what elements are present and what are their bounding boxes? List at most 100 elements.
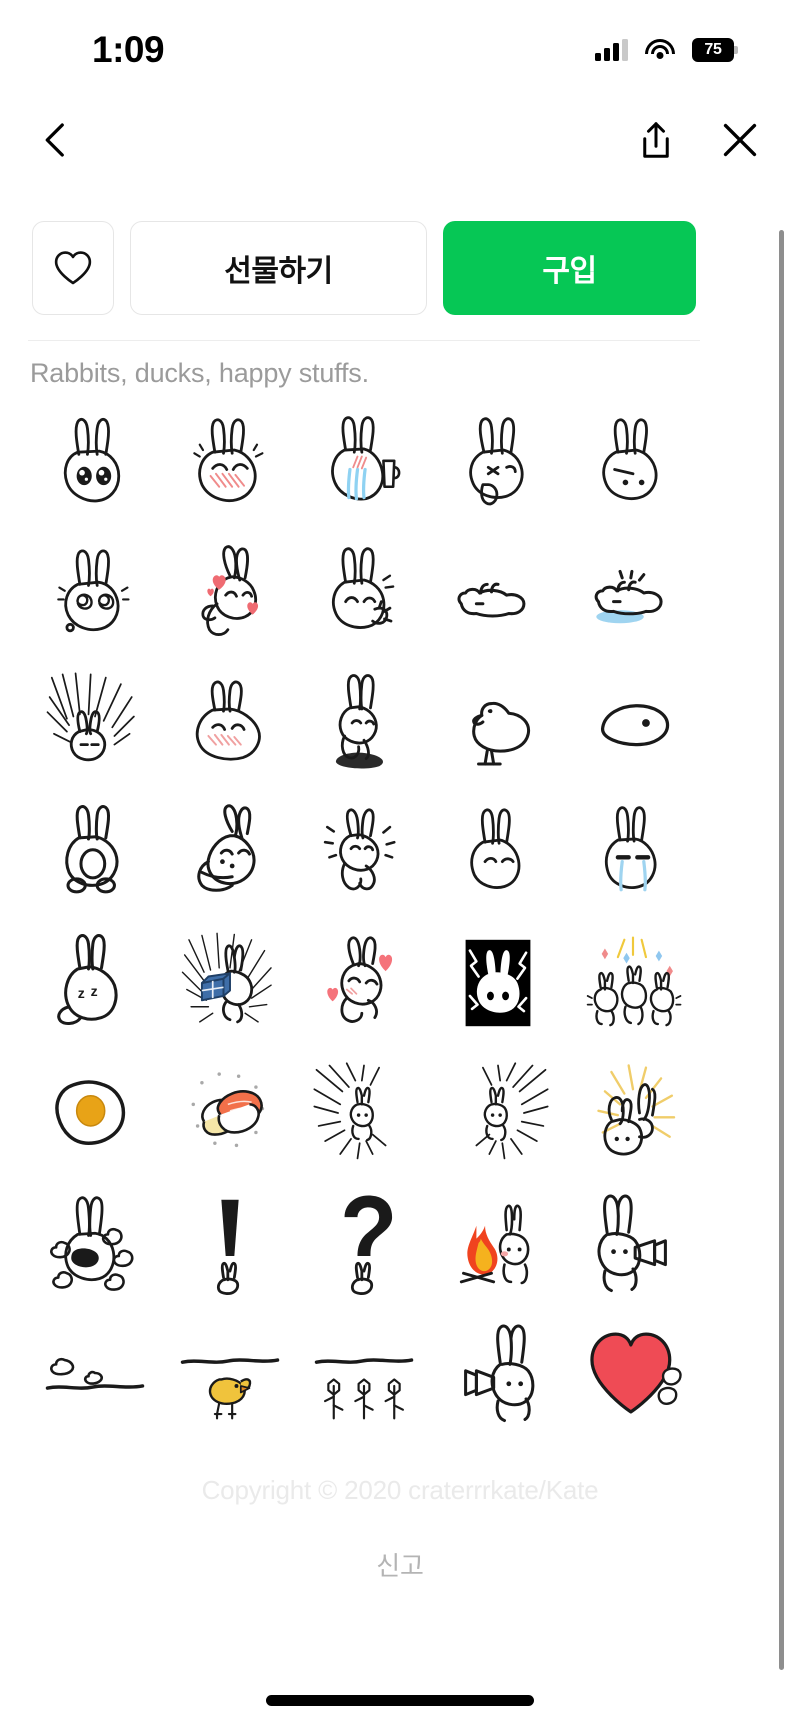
- sticker-detail-screen: 1:09 75 선물하기 구입 Rabbits, ducks, happy st…: [0, 0, 800, 1732]
- sticker-rabbit-by-campfire: [460, 1204, 530, 1285]
- copyright-text: Copyright © 2020 craterrrkate/Kate: [201, 1475, 599, 1505]
- sticker-cell[interactable]: [28, 1308, 162, 1438]
- wifi-icon: [645, 39, 675, 61]
- sticker-cell[interactable]: [297, 1308, 431, 1438]
- sticker-sushi-nigiri: [191, 1072, 264, 1148]
- sticker-cell[interactable]: [297, 1178, 431, 1308]
- sticker-question-mark-rabbit: [344, 1195, 393, 1295]
- sticker-rabbit-sleeping-zzz: zz: [57, 934, 118, 1025]
- sticker-cell[interactable]: [162, 1178, 296, 1308]
- gift-button[interactable]: 선물하기: [130, 221, 427, 315]
- sticker-cell[interactable]: [297, 1048, 431, 1178]
- sticker-cell[interactable]: [162, 788, 296, 918]
- sticker-horizon-with-clouds: [45, 1357, 145, 1390]
- sticker-rabbit-crying-tears: [604, 806, 657, 892]
- sticker-cell[interactable]: [297, 528, 431, 658]
- sticker-rabbit-hugging-with-hearts: [201, 545, 258, 636]
- share-button[interactable]: [624, 108, 688, 172]
- sticker-cell[interactable]: [28, 658, 162, 788]
- sticker-cell[interactable]: [566, 788, 700, 918]
- sticker-cell[interactable]: [431, 1048, 565, 1178]
- sticker-cell[interactable]: [566, 528, 700, 658]
- home-indicator[interactable]: [266, 1695, 534, 1706]
- product-description: Rabbits, ducks, happy stuffs.: [30, 358, 369, 388]
- scrollbar-thumb[interactable]: [779, 230, 784, 1670]
- sticker-rabbit-annoyed-face: [602, 418, 658, 500]
- sticker-red-heart-with-paws: [590, 1332, 682, 1414]
- sticker-rabbits-celebrating-sparkles: [586, 936, 682, 1027]
- sticker-rabbit-crying-with-cup: [331, 416, 401, 501]
- status-time: 1:09: [92, 29, 165, 70]
- navigation-bar: [0, 100, 800, 180]
- close-button[interactable]: [708, 108, 772, 172]
- sticker-cell[interactable]: [431, 788, 565, 918]
- sticker-cell[interactable]: [162, 1048, 296, 1178]
- sticker-rabbit-excited-burst: [46, 672, 135, 762]
- sticker-cell[interactable]: [431, 398, 565, 528]
- sticker-cell[interactable]: [28, 528, 162, 658]
- sticker-rabbit-sticking-tongue-out: [469, 417, 524, 506]
- svg-text:z: z: [91, 983, 98, 999]
- sticker-rabbit-shocked-inverted: [465, 939, 531, 1027]
- section-divider: [28, 340, 700, 341]
- battery-percent-label: 75: [704, 41, 722, 58]
- sticker-cell[interactable]: [28, 1178, 162, 1308]
- sticker-rabbit-back-view-tail: [65, 805, 119, 894]
- sticker-cell[interactable]: [566, 1308, 700, 1438]
- sticker-cell[interactable]: [28, 398, 162, 528]
- sticker-cell[interactable]: [297, 398, 431, 528]
- sticker-cell[interactable]: [566, 1178, 700, 1308]
- sticker-rabbit-dizzy-eyes: [57, 549, 130, 633]
- sticker-cell[interactable]: [566, 1048, 700, 1178]
- svg-text:z: z: [78, 985, 85, 1001]
- status-bar: 1:09 75: [0, 0, 800, 100]
- sticker-cell[interactable]: [162, 398, 296, 528]
- sticker-cell[interactable]: [566, 658, 700, 788]
- sticker-cell[interactable]: [297, 918, 431, 1048]
- sticker-cell[interactable]: [297, 788, 431, 918]
- sticker-exclamation-mark-rabbit: [216, 1199, 239, 1295]
- sticker-duck-head-closeup: [600, 704, 669, 747]
- sticker-cell[interactable]: zz: [28, 918, 162, 1048]
- sticker-cell[interactable]: [431, 528, 565, 658]
- sticker-rabbit-carrying-gift-box: [181, 932, 272, 1024]
- sticker-rabbit-sitting-shadow: [335, 674, 383, 769]
- sticker-cell[interactable]: [162, 1308, 296, 1438]
- sticker-cell[interactable]: [28, 1048, 162, 1178]
- content-scroll-area[interactable]: 선물하기 구입 Rabbits, ducks, happy stuffs. z …: [0, 180, 800, 1670]
- sticker-rabbit-running-right-speedlines: [475, 1062, 549, 1160]
- share-icon: [643, 122, 669, 158]
- cellular-signal-icon: [595, 39, 628, 61]
- sticker-rabbit-shouting-clouds: [50, 1196, 134, 1291]
- sticker-cell[interactable]: [566, 398, 700, 528]
- sticker-rabbit-sparkle-eyes: [64, 417, 121, 503]
- sticker-rabbit-waving-happy: [331, 547, 395, 629]
- sticker-rabbit-blushing: [192, 418, 264, 502]
- back-button[interactable]: [24, 108, 88, 172]
- favorite-button[interactable]: [32, 221, 114, 315]
- sticker-rabbit-wrapped-in-blanket: [196, 804, 256, 892]
- sticker-rabbit-pointing-up-rays: [597, 1064, 675, 1156]
- sticker-cell[interactable]: [162, 918, 296, 1048]
- sticker-cell[interactable]: [431, 1178, 565, 1308]
- sticker-rabbit-laughing-hearts: [327, 936, 393, 1023]
- sticker-cell[interactable]: [297, 658, 431, 788]
- sticker-horizon-with-chick: [180, 1358, 279, 1420]
- sticker-cell[interactable]: [28, 788, 162, 918]
- sticker-cell[interactable]: [162, 528, 296, 658]
- sticker-cell[interactable]: [431, 918, 565, 1048]
- sticker-rabbit-with-megaphone-left: [464, 1324, 535, 1423]
- sticker-rabbit-lying-in-puddle: [594, 569, 663, 624]
- sticker-cell[interactable]: [431, 658, 565, 788]
- sticker-rabbit-jumping-joy: [323, 808, 396, 891]
- sticker-cell[interactable]: [162, 658, 296, 788]
- sticker-rabbit-running-left-speedlines: [313, 1062, 387, 1160]
- sticker-cell[interactable]: [566, 918, 700, 1048]
- sticker-cell[interactable]: [431, 1308, 565, 1438]
- sticker-fried-egg: [55, 1080, 126, 1145]
- report-link[interactable]: 신고: [0, 1546, 800, 1583]
- scrollbar-track[interactable]: [779, 205, 792, 1670]
- heart-outline-icon: [54, 251, 92, 285]
- buy-button[interactable]: 구입: [443, 221, 696, 315]
- sticker-rabbit-lying-flat: [457, 582, 526, 618]
